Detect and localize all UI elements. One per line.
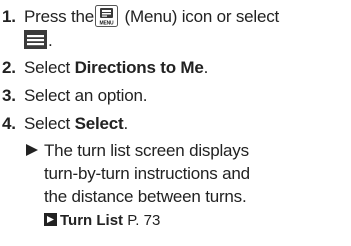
step-number: 3. xyxy=(2,86,16,105)
step-number: 2. xyxy=(2,58,16,77)
step-4: 4. Select Select. xyxy=(2,113,128,135)
result-line: the distance between turns. xyxy=(44,187,247,206)
list-icon xyxy=(24,30,47,49)
reference-title: Turn List xyxy=(60,212,124,229)
step-1-continued: . xyxy=(24,30,53,52)
menu-icon-caption: MENU xyxy=(100,21,115,27)
step-text: Select xyxy=(24,58,75,77)
cross-reference[interactable]: Turn List P. 73 xyxy=(44,211,160,231)
reference-page: P. 73 xyxy=(127,212,161,229)
manual-page: 1. Press the MENU (Menu) icon or select .… xyxy=(0,0,351,246)
step-2: 2. Select Directions to Me. xyxy=(2,57,208,79)
step-text: Select xyxy=(24,114,75,133)
step-text: Press the xyxy=(24,7,95,26)
step-option-label: Select xyxy=(74,114,124,133)
step-number: 4. xyxy=(2,114,16,133)
result-line: turn-by-turn instructions and xyxy=(44,164,250,183)
result-arrow-icon xyxy=(26,144,38,156)
step-number: 1. xyxy=(2,7,16,26)
step-3: 3. Select an option. xyxy=(2,85,147,107)
step-text-end: . xyxy=(203,58,209,77)
step-1: 1. Press the MENU (Menu) icon or select xyxy=(2,5,279,28)
step-text: Select an option. xyxy=(24,86,148,105)
menu-icon: MENU xyxy=(95,5,119,27)
step-text-end: . xyxy=(123,114,128,133)
step-text-end: . xyxy=(48,31,53,50)
step-option-label: Directions to Me xyxy=(74,58,204,77)
reference-arrow-icon xyxy=(44,213,57,226)
step-result: The turn list screen displays turn-by-tu… xyxy=(26,139,250,208)
result-line: The turn list screen displays xyxy=(44,141,249,160)
step-text-cont: (Menu) icon or select xyxy=(120,7,280,26)
